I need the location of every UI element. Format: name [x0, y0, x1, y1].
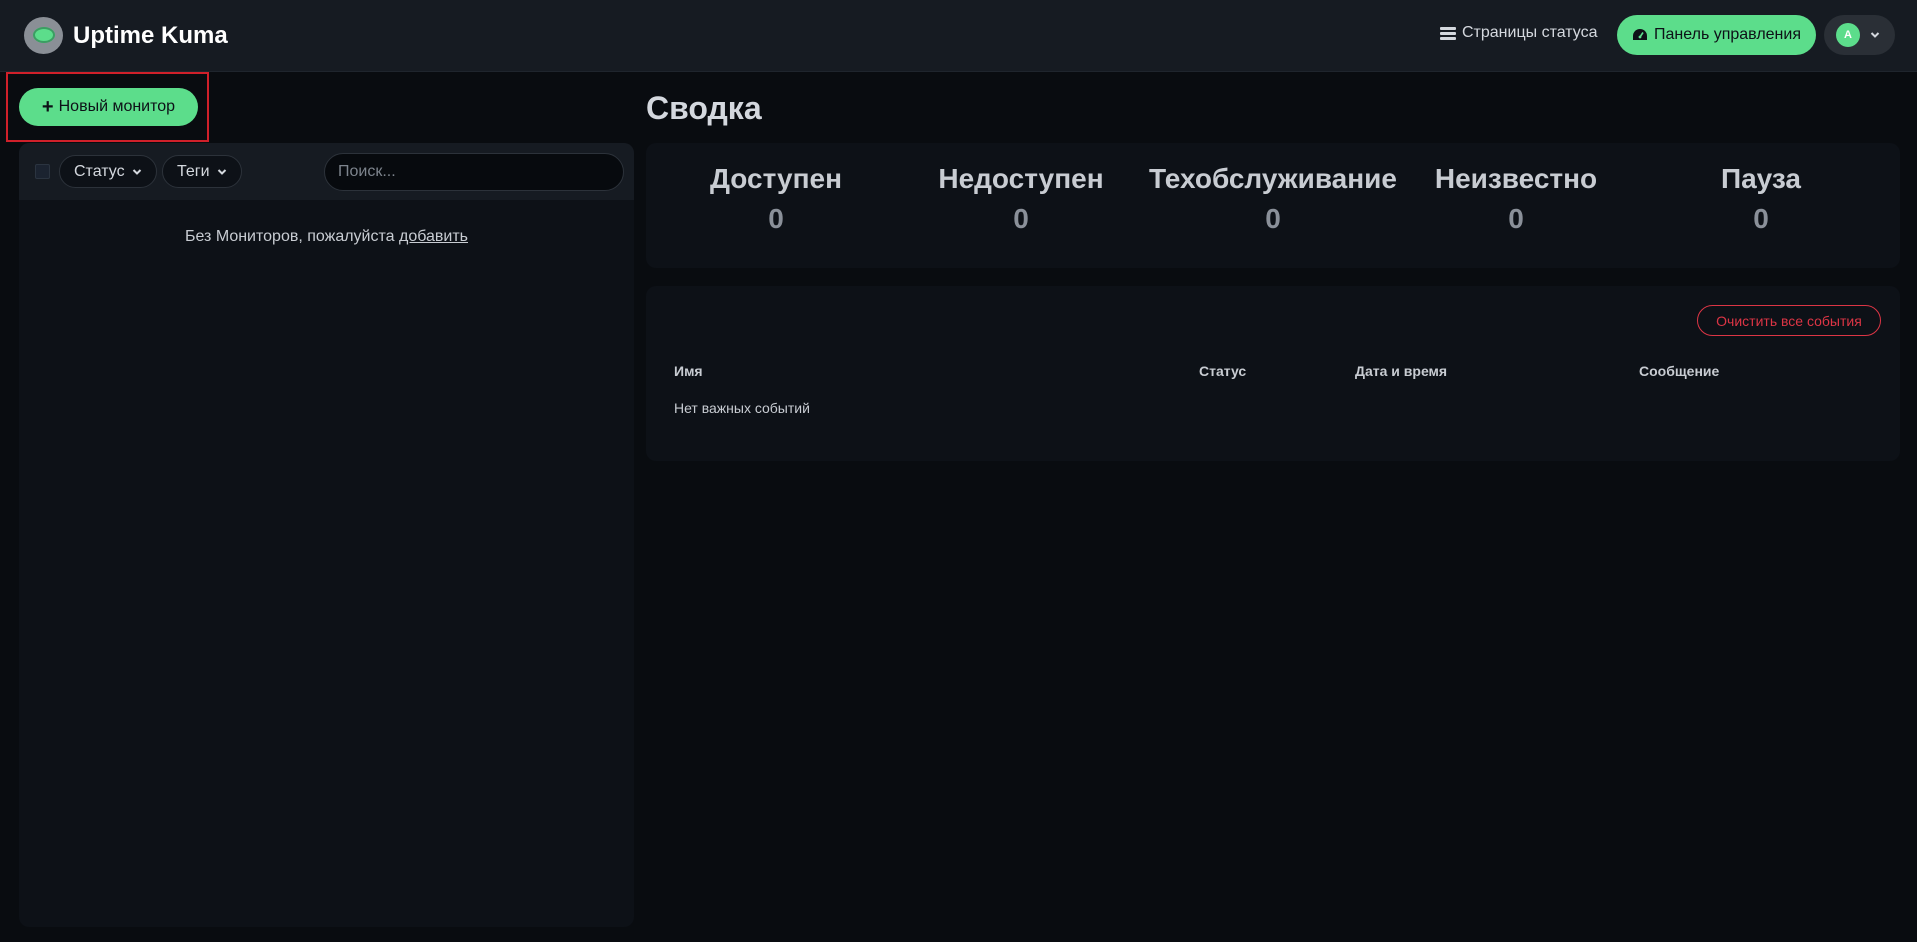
no-events-message: Нет важных событий	[674, 400, 810, 416]
empty-monitors-message: Без Мониторов, пожалуйста добавить	[19, 228, 634, 246]
chevron-down-icon	[132, 168, 141, 175]
column-header-status: Статус	[1199, 363, 1247, 379]
stat-value: 0	[768, 203, 784, 234]
status-filter-dropdown[interactable]: Статус	[59, 155, 157, 188]
stat-down: Недоступен 0	[931, 163, 1111, 235]
stat-unknown: Неизвестно 0	[1426, 163, 1606, 235]
status-filter-label: Статус	[74, 162, 125, 180]
stat-label: Техобслуживание	[1149, 163, 1397, 194]
column-header-datetime: Дата и время	[1355, 363, 1448, 379]
gauge-icon	[1633, 29, 1647, 40]
uptime-kuma-logo-icon	[24, 17, 63, 54]
important-events-card: Очистить все события Имя Статус Дата и в…	[646, 286, 1900, 461]
stat-value: 0	[1265, 203, 1281, 234]
tags-filter-label: Теги	[177, 162, 210, 180]
plus-icon: +	[41, 96, 54, 118]
brand[interactable]: Uptime Kuma	[24, 17, 228, 54]
stat-value: 0	[1013, 203, 1029, 234]
new-monitor-button[interactable]: + Новый монитор	[19, 88, 198, 126]
clear-events-button[interactable]: Очистить все события	[1697, 305, 1881, 336]
chevron-down-icon	[1870, 32, 1880, 38]
stat-label: Неизвестно	[1434, 163, 1598, 194]
column-header-message: Сообщение	[1639, 363, 1720, 379]
monitor-list-panel: Статус Теги Без Мониторов, пожалуйста до…	[19, 143, 634, 927]
status-pages-link[interactable]: Страницы статуса	[1440, 24, 1597, 42]
list-icon	[1440, 26, 1456, 40]
stat-label: Недоступен	[938, 163, 1104, 194]
stat-up: Доступен 0	[686, 163, 866, 235]
stat-pause: Пауза 0	[1671, 163, 1851, 235]
page-title: Сводка	[646, 90, 762, 126]
top-navbar: Uptime Kuma Страницы статуса Панель упра…	[0, 0, 1917, 72]
dashboard-button[interactable]: Панель управления	[1617, 15, 1816, 55]
chevron-down-icon	[217, 168, 226, 175]
profile-dropdown[interactable]: A	[1824, 15, 1895, 55]
stat-value: 0	[1753, 203, 1769, 234]
stat-value: 0	[1508, 203, 1524, 234]
search-input[interactable]	[324, 153, 624, 191]
stat-maintenance: Техобслуживание 0	[1148, 163, 1398, 235]
stat-label: Доступен	[710, 163, 842, 194]
avatar: A	[1836, 23, 1860, 47]
dashboard-label: Панель управления	[1654, 26, 1801, 43]
summary-card: Доступен 0 Недоступен 0 Техобслуживание …	[646, 143, 1900, 268]
tags-filter-dropdown[interactable]: Теги	[162, 155, 242, 188]
brand-title: Uptime Kuma	[73, 21, 228, 49]
empty-monitors-text: Без Мониторов, пожалуйста	[184, 228, 399, 245]
select-all-checkbox[interactable]	[35, 164, 50, 179]
add-monitor-link[interactable]: добавить	[399, 228, 468, 245]
filter-bar: Статус Теги	[19, 143, 634, 200]
stat-label: Пауза	[1720, 163, 1802, 194]
column-header-name: Имя	[674, 363, 703, 379]
status-pages-label: Страницы статуса	[1462, 24, 1598, 41]
new-monitor-label: Новый монитор	[58, 98, 176, 115]
